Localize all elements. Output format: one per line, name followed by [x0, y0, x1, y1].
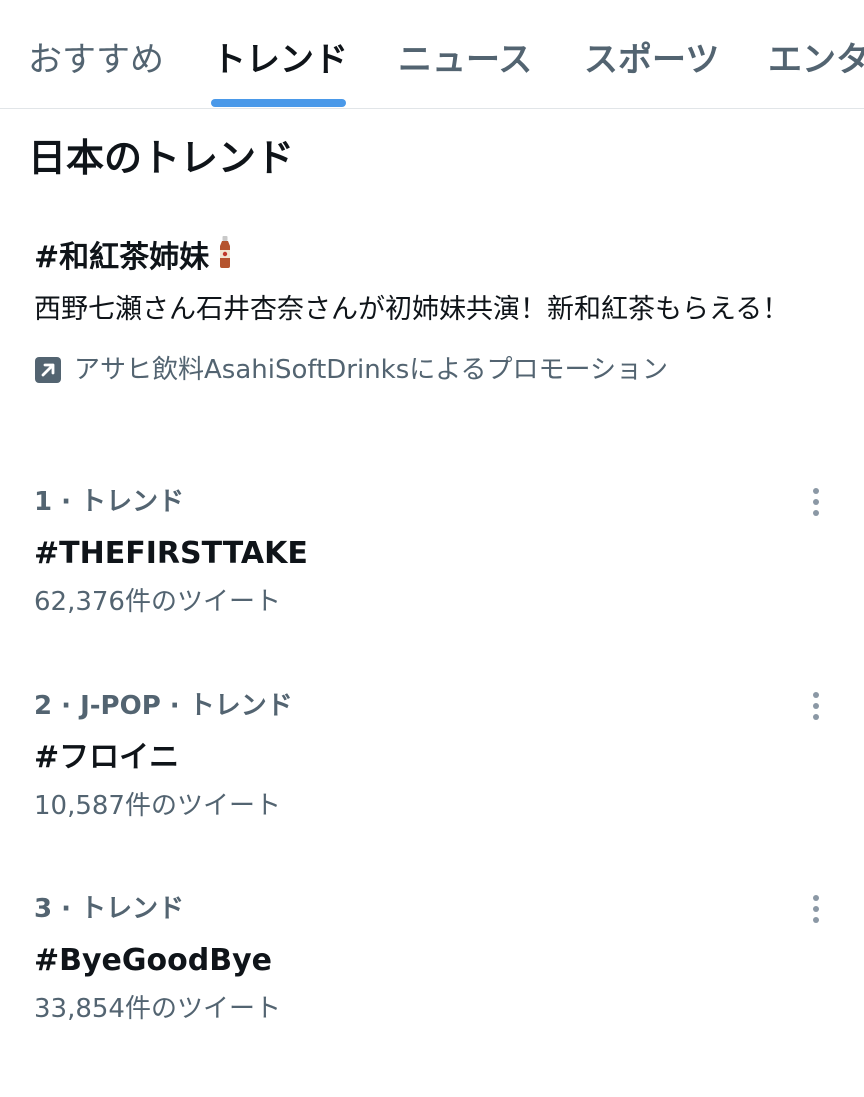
promoted-arrow-icon [34, 356, 62, 384]
trend-item-1[interactable]: 1 · トレンド #THEFIRSTTAKE 62,376件のツイート [34, 484, 834, 620]
tea-bottle-icon [217, 235, 233, 282]
active-tab-indicator [211, 99, 346, 107]
promoted-trend-title: #和紅茶姉妹 [34, 235, 824, 282]
trend-item-3[interactable]: 3 · トレンド #ByeGoodBye 33,854件のツイート [34, 891, 834, 1027]
promoted-trend[interactable]: #和紅茶姉妹 西野七瀬さん石井杏奈さんが初姉妹共演！新和紅茶もらえる！ アサヒ飲… [34, 235, 824, 390]
trend-item-2[interactable]: 2 · J-POP · トレンド #フロイニ 10,587件のツイート [34, 688, 834, 824]
promoted-by-label: アサヒ飲料AsahiSoftDrinksによるプロモーション [74, 355, 668, 385]
tab-news[interactable]: ニュース [398, 40, 532, 80]
trend-tweet-count: 33,854件のツイート [34, 994, 281, 1024]
trend-name: #フロイニ [34, 740, 180, 775]
tab-trending[interactable]: トレンド [212, 40, 348, 80]
more-options-icon[interactable] [804, 688, 828, 724]
trend-meta: 2 · J-POP · トレンド [34, 691, 293, 721]
promoted-trend-name: #和紅茶姉妹 [34, 240, 210, 275]
trend-tweet-count: 62,376件のツイート [34, 587, 281, 617]
more-options-icon[interactable] [804, 484, 828, 520]
explore-tab-bar: おすすめ トレンド ニュース スポーツ エンタ [0, 0, 864, 109]
trend-tweet-count: 10,587件のツイート [34, 791, 281, 821]
section-title: 日本のトレンド [28, 136, 295, 180]
promoted-by-line[interactable]: アサヒ飲料AsahiSoftDrinksによるプロモーション [34, 350, 824, 390]
more-options-icon[interactable] [804, 891, 828, 927]
trend-meta: 3 · トレンド [34, 894, 185, 924]
tab-entertainment[interactable]: エンタ [768, 40, 864, 80]
promoted-trend-description: 西野七瀬さん石井杏奈さんが初姉妹共演！新和紅茶もらえる！ [34, 294, 790, 325]
trend-meta: 1 · トレンド [34, 487, 185, 517]
tab-recommended[interactable]: おすすめ [28, 40, 164, 80]
tab-sports[interactable]: スポーツ [584, 40, 719, 80]
trend-name: #THEFIRSTTAKE [34, 536, 308, 571]
trend-name: #ByeGoodBye [34, 943, 272, 978]
